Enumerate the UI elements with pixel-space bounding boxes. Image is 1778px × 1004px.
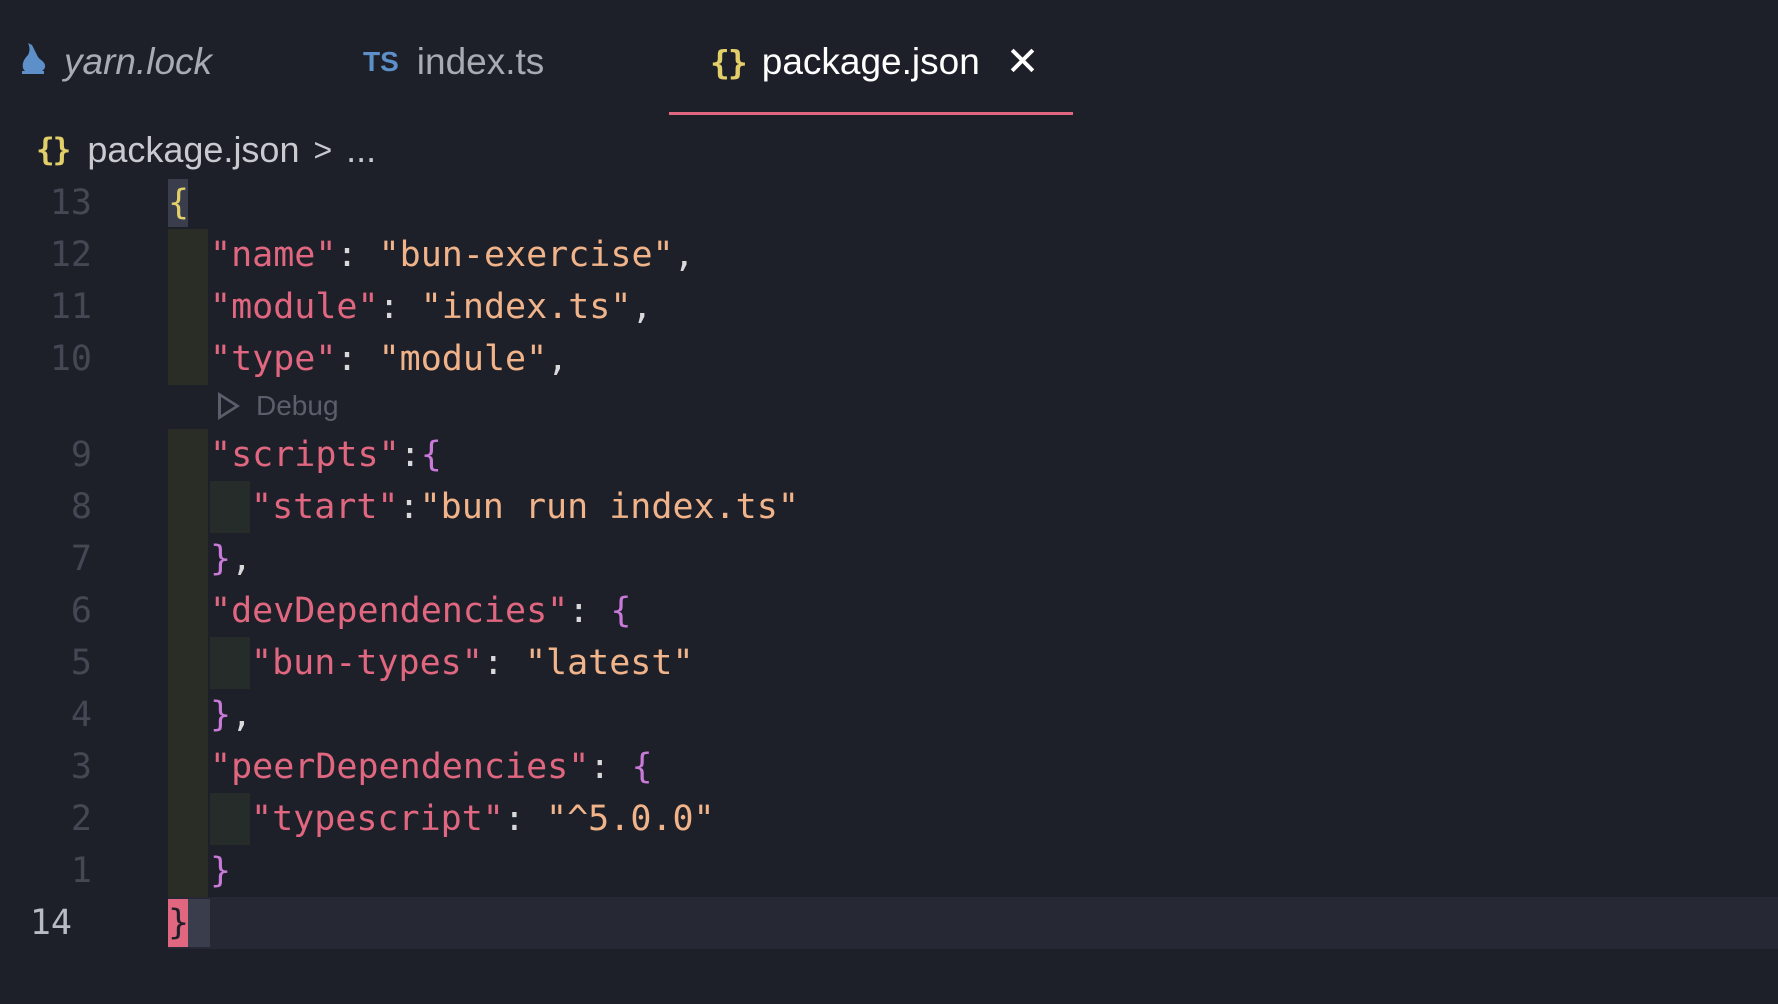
current-line-highlight	[168, 897, 1778, 949]
code-line: 2 "typescript": "^5.0.0"	[0, 793, 1778, 845]
indent-guide	[168, 533, 208, 585]
code-text: "devDependencies": {	[210, 591, 632, 631]
tab-index-ts[interactable]: TS index.ts	[363, 40, 544, 84]
code-line: 12 "name": "bun-exercise",	[0, 229, 1778, 281]
code-text: "module": "index.ts",	[210, 287, 653, 327]
code-text: "type": "module",	[210, 339, 569, 379]
indent-guide	[168, 845, 208, 897]
line-number: 13	[49, 183, 92, 223]
tab-label: index.ts	[416, 41, 545, 82]
code-line: 9 "scripts":{	[0, 429, 1778, 481]
codelens-debug[interactable]: Debug	[218, 386, 339, 426]
line-number: 11	[49, 287, 92, 327]
breadcrumb-file[interactable]: package.json	[87, 129, 299, 171]
code-line: 11 "module": "index.ts",	[0, 281, 1778, 333]
line-number: 1	[70, 851, 92, 891]
breadcrumb-more[interactable]: ...	[346, 129, 376, 171]
code-line: 6 "devDependencies": {	[0, 585, 1778, 637]
tab-yarn-lock[interactable]: yarn.lock	[18, 40, 212, 84]
yarn-icon	[18, 41, 48, 84]
code-line: 1 }	[0, 845, 1778, 897]
active-tab-indicator	[669, 112, 1073, 115]
code-text: }	[210, 851, 232, 891]
line-number: 9	[70, 435, 92, 475]
chevron-right-icon: >	[313, 131, 333, 168]
indent-guide	[210, 637, 250, 689]
indent-guide	[210, 481, 250, 533]
json-braces-icon: {}	[36, 132, 71, 168]
close-icon[interactable]: ✕	[1006, 42, 1040, 82]
code-text: "bun-types": "latest"	[251, 643, 694, 683]
line-number: 3	[70, 747, 92, 787]
code-text: "start":"bun run index.ts"	[251, 487, 799, 527]
tab-package-json[interactable]: {} package.json ✕	[710, 40, 1039, 84]
json-braces-icon: {}	[710, 42, 748, 82]
code-line: 7 },	[0, 533, 1778, 585]
line-number: 7	[70, 539, 92, 579]
line-number: 10	[49, 339, 92, 379]
tab-label: package.json	[761, 41, 980, 82]
line-number: 4	[70, 695, 92, 735]
indent-guide	[168, 689, 208, 741]
code-text: "peerDependencies": {	[210, 747, 653, 787]
code-text: {	[168, 183, 190, 223]
indent-guide	[168, 229, 208, 281]
code-line: 8 "start":"bun run index.ts"	[0, 481, 1778, 533]
tab-label: yarn.lock	[64, 41, 213, 82]
code-text: },	[210, 539, 253, 579]
code-text: },	[210, 695, 253, 735]
code-line: 10 "type": "module",	[0, 333, 1778, 385]
codelens-debug-label: Debug	[256, 390, 339, 421]
code-line: 3 "peerDependencies": {	[0, 741, 1778, 793]
indent-guide	[168, 429, 208, 481]
code-text: "scripts":{	[210, 435, 442, 475]
line-number: 8	[70, 487, 92, 527]
indent-guide	[168, 585, 208, 637]
code-line: 4 },	[0, 689, 1778, 741]
line-number: 2	[70, 799, 92, 839]
line-number: 12	[49, 235, 92, 275]
play-icon	[218, 392, 240, 420]
breadcrumb: {} package.json > ...	[36, 128, 376, 172]
line-number: 5	[70, 643, 92, 683]
code-text: "typescript": "^5.0.0"	[251, 799, 715, 839]
bracket-highlight	[188, 899, 210, 947]
code-text: }	[168, 903, 190, 943]
indent-guide	[168, 481, 208, 533]
indent-guide	[168, 333, 208, 385]
indent-guide	[168, 741, 208, 793]
line-number: 14	[29, 903, 72, 943]
indent-guide	[210, 793, 250, 845]
indent-guide	[168, 281, 208, 333]
current-code-line: 14 }	[0, 897, 1778, 949]
indent-guide	[168, 793, 208, 845]
indent-guide	[168, 637, 208, 689]
tab-bar: yarn.lock TS index.ts {} package.json ✕	[0, 0, 1778, 116]
code-line: 13 {	[0, 177, 1778, 229]
code-text: "name": "bun-exercise",	[210, 235, 695, 275]
code-line: 5 "bun-types": "latest"	[0, 637, 1778, 689]
line-number: 6	[70, 591, 92, 631]
typescript-icon: TS	[363, 46, 399, 77]
